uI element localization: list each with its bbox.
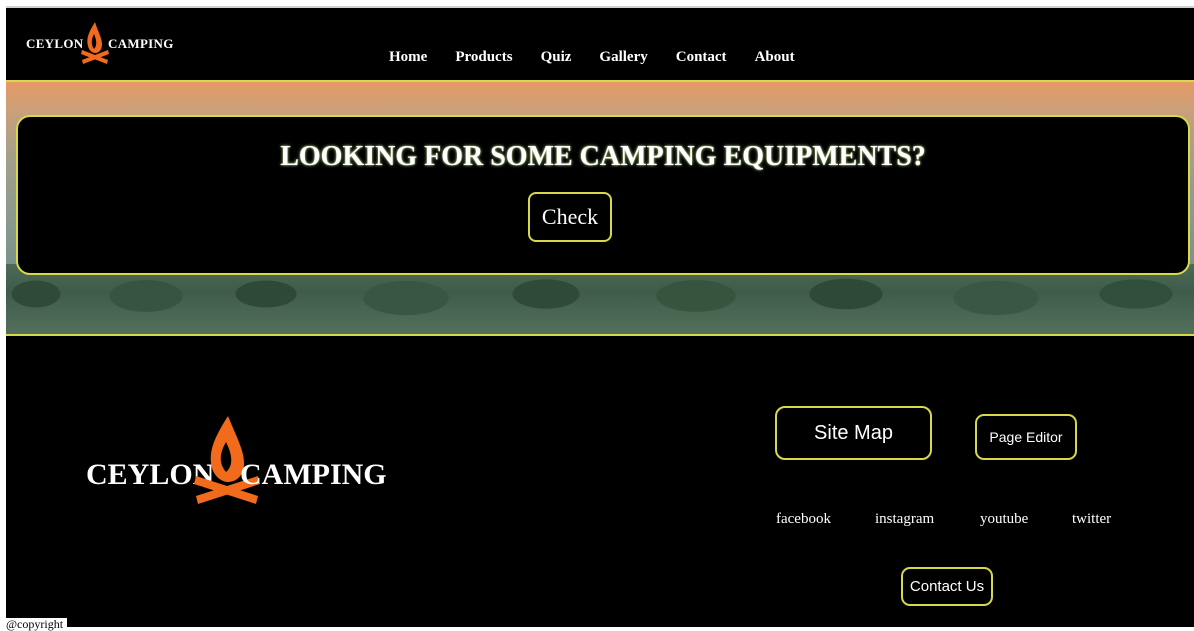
footer: CEYLON CAMPING Site Map Page Editor face…: [6, 336, 1194, 627]
social-link-facebook[interactable]: facebook: [776, 511, 831, 528]
hero-banner: LOOKING FOR SOME CAMPING EQUIPMENTS? Che…: [6, 82, 1194, 336]
social-link-instagram[interactable]: instagram: [875, 511, 934, 528]
hero-card: LOOKING FOR SOME CAMPING EQUIPMENTS? Che…: [16, 115, 1190, 275]
footer-logo[interactable]: CEYLON CAMPING: [84, 414, 394, 514]
page-editor-button[interactable]: Page Editor: [975, 414, 1077, 460]
nav-home[interactable]: Home: [389, 49, 427, 66]
nav-about[interactable]: About: [755, 49, 795, 66]
footer-logo-word-camping: CAMPING: [240, 458, 387, 491]
social-link-youtube[interactable]: youtube: [980, 511, 1028, 528]
nav-quiz[interactable]: Quiz: [541, 49, 572, 66]
nav-gallery[interactable]: Gallery: [599, 49, 647, 66]
header-logo[interactable]: CEYLON CAMPING: [26, 18, 176, 68]
contact-us-button[interactable]: Contact Us: [901, 567, 993, 606]
top-navbar: CEYLON CAMPING Home Products Quiz Galler…: [6, 8, 1194, 82]
site-map-button[interactable]: Site Map: [775, 406, 932, 460]
logo-word-ceylon: CEYLON: [26, 36, 84, 51]
hero-title: LOOKING FOR SOME CAMPING EQUIPMENTS?: [280, 141, 926, 172]
nav-contact[interactable]: Contact: [676, 49, 727, 66]
main-menu: Home Products Quiz Gallery Contact About: [389, 49, 823, 66]
nav-products[interactable]: Products: [455, 49, 512, 66]
logo-word-camping: CAMPING: [108, 36, 174, 51]
campfire-icon: [81, 22, 109, 64]
copyright-text: @copyright: [6, 618, 68, 630]
social-link-twitter[interactable]: twitter: [1072, 511, 1111, 528]
check-button[interactable]: Check: [528, 192, 612, 242]
window-top-strip: [0, 0, 1194, 8]
